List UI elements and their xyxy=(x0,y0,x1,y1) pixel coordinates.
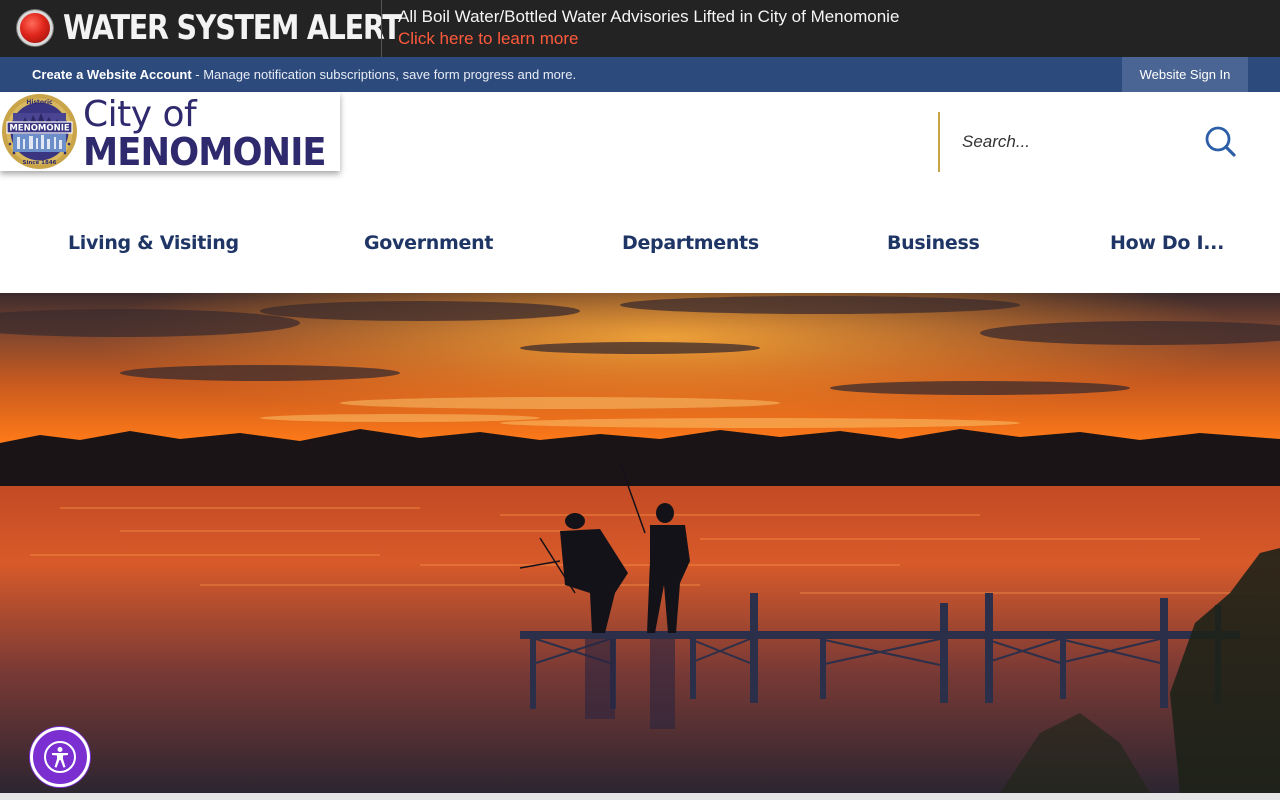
svg-text:MENOMONIE: MENOMONIE xyxy=(9,124,70,134)
account-bar: Create a Website Account - Manage notifi… xyxy=(0,57,1280,92)
alert-divider xyxy=(381,0,382,57)
search-box xyxy=(938,112,1248,172)
alert-title: WATER SYSTEM ALERT xyxy=(63,8,402,48)
bottom-strip xyxy=(0,793,1280,800)
logo-line-menomonie: MENOMONIE xyxy=(83,130,327,174)
account-description: - Manage notification subscriptions, sav… xyxy=(191,67,577,82)
svg-text:Historic: Historic xyxy=(26,99,53,106)
search-input[interactable] xyxy=(962,130,1182,154)
alert-learn-more-link[interactable]: Click here to learn more xyxy=(398,29,578,49)
city-seal-icon: MENOMONIE Historic Since 1846 xyxy=(2,94,77,169)
website-sign-in-button[interactable]: Website Sign In xyxy=(1122,57,1248,92)
svg-text:Since 1846: Since 1846 xyxy=(23,160,57,166)
nav-item-how-do-i[interactable]: How Do I... xyxy=(1110,232,1224,254)
alert-message: All Boil Water/Bottled Water Advisories … xyxy=(398,7,900,26)
nav-item-government[interactable]: Government xyxy=(364,232,493,254)
alert-bar: WATER SYSTEM ALERT All Boil Water/Bottle… xyxy=(0,0,1280,57)
site-logo[interactable]: MENOMONIE Historic Since 1846 City of ME… xyxy=(0,92,340,174)
nav-item-departments[interactable]: Departments xyxy=(622,232,759,254)
search-icon[interactable] xyxy=(1204,126,1236,158)
hero-image xyxy=(0,293,1280,793)
accessibility-button[interactable] xyxy=(30,727,90,787)
nav-item-living-visiting[interactable]: Living & Visiting xyxy=(68,232,239,254)
accessibility-icon xyxy=(44,741,76,773)
nav-item-business[interactable]: Business xyxy=(887,232,980,254)
logo-line-city-of: City of xyxy=(83,94,197,135)
sunset-lake-illustration xyxy=(0,293,1280,793)
create-account-link[interactable]: Create a Website Account xyxy=(32,67,192,82)
account-text: Create a Website Account - Manage notifi… xyxy=(32,67,576,82)
main-navigation: Living & Visiting Government Departments… xyxy=(0,222,1280,264)
alert-light-icon xyxy=(17,10,53,46)
